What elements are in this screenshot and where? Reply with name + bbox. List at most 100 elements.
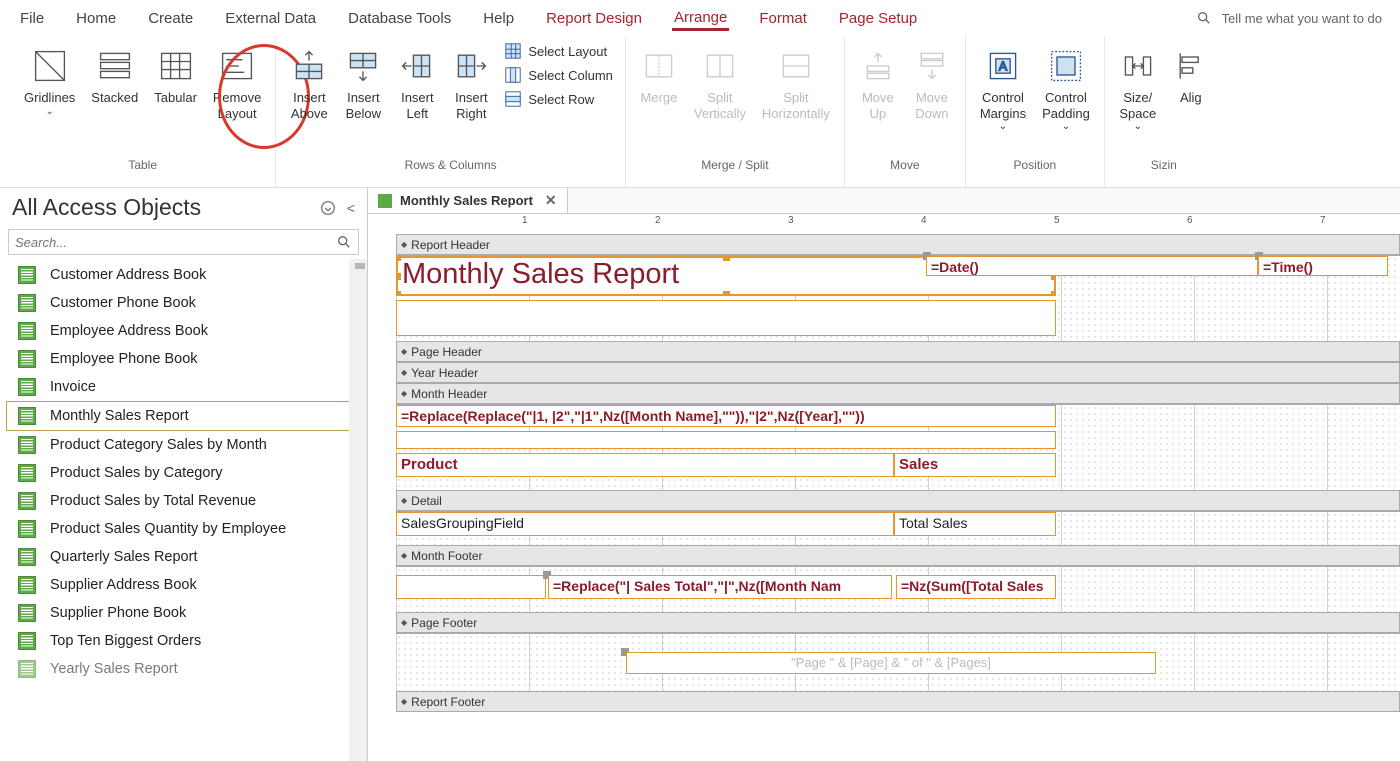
nav-item[interactable]: Top Ten Biggest Orders xyxy=(0,627,367,655)
navigation-pane: All Access Objects < Customer Address Bo… xyxy=(0,188,368,761)
product-header[interactable]: Product xyxy=(396,453,894,477)
gridlines-button[interactable]: Gridlines⌄ xyxy=(18,40,81,121)
group-label-position: Position xyxy=(1013,158,1056,172)
control-padding-button[interactable]: Control Padding⌄ xyxy=(1036,40,1096,136)
time-field[interactable]: =Time() xyxy=(1258,256,1388,276)
section-page-footer[interactable]: Page Footer xyxy=(396,612,1400,633)
close-icon[interactable]: ✕ xyxy=(545,192,557,209)
horizontal-ruler: 1 2 3 4 5 6 7 xyxy=(396,214,1400,234)
menu-home[interactable]: Home xyxy=(74,6,118,31)
nav-scrollbar[interactable]: ▲ xyxy=(349,259,367,761)
section-year-header[interactable]: Year Header xyxy=(396,362,1400,383)
group-label-move: Move xyxy=(890,158,919,172)
insert-below-button[interactable]: Insert Below xyxy=(338,40,388,125)
spacer-cell[interactable] xyxy=(396,431,1056,449)
menu-external-data[interactable]: External Data xyxy=(223,6,318,31)
nav-item[interactable]: Employee Phone Book xyxy=(0,345,367,373)
search-icon xyxy=(1196,10,1212,26)
section-month-footer[interactable]: Month Footer xyxy=(396,545,1400,566)
sales-header[interactable]: Sales xyxy=(894,453,1056,477)
report-icon xyxy=(18,436,36,454)
report-icon xyxy=(18,632,36,650)
insert-left-button[interactable]: Insert Left xyxy=(392,40,442,125)
nav-item[interactable]: Invoice xyxy=(0,373,367,401)
nav-item[interactable]: Customer Phone Book xyxy=(0,289,367,317)
nav-item[interactable]: Yearly Sales Report xyxy=(0,655,367,683)
report-icon xyxy=(18,604,36,622)
nav-item[interactable]: Quarterly Sales Report xyxy=(0,543,367,571)
menu-help[interactable]: Help xyxy=(481,6,516,31)
move-down-button[interactable]: Move Down xyxy=(907,40,957,125)
tell-me[interactable]: Tell me what you want to do xyxy=(1196,10,1382,26)
report-canvas[interactable]: Report Header Monthly Sales Report =Date… xyxy=(396,234,1400,761)
group-label-sizing: Sizin xyxy=(1151,158,1177,172)
ribbon-group-sizing: Size/ Space⌄ Alig Sizin xyxy=(1105,36,1223,187)
menu-format[interactable]: Format xyxy=(757,6,809,31)
section-report-header[interactable]: Report Header xyxy=(396,234,1400,255)
mf-sum-field[interactable]: =Nz(Sum([Total Sales xyxy=(896,575,1056,599)
align-button[interactable]: Alig xyxy=(1167,40,1215,110)
stacked-button[interactable]: Stacked xyxy=(85,40,144,110)
split-vertically-button[interactable]: Split Vertically xyxy=(688,40,752,125)
month-formula[interactable]: =Replace(Replace("|1, |2","|1",Nz([Month… xyxy=(396,405,1056,427)
mf-empty[interactable] xyxy=(396,575,546,599)
menu-report-design[interactable]: Report Design xyxy=(544,6,644,31)
select-layout-button[interactable]: Select Layout xyxy=(504,42,613,60)
nav-item[interactable]: Product Sales Quantity by Employee xyxy=(0,515,367,543)
svg-text:A: A xyxy=(999,60,1008,74)
nav-list: Customer Address Book Customer Phone Boo… xyxy=(0,259,367,761)
nav-item[interactable]: Supplier Address Book xyxy=(0,571,367,599)
tab-monthly-sales[interactable]: Monthly Sales Report ✕ xyxy=(368,188,568,213)
report-icon xyxy=(18,266,36,284)
merge-button[interactable]: Merge xyxy=(634,40,684,110)
menu-arrange[interactable]: Arrange xyxy=(672,5,729,31)
report-icon xyxy=(18,520,36,538)
nav-item-selected[interactable]: Monthly Sales Report xyxy=(6,401,361,431)
section-report-footer[interactable]: Report Footer xyxy=(396,691,1400,712)
nav-item[interactable]: Product Sales by Total Revenue xyxy=(0,487,367,515)
date-field[interactable]: =Date() xyxy=(926,256,1258,276)
menu-create[interactable]: Create xyxy=(146,6,195,31)
pager-field[interactable]: "Page " & [Page] & " of " & [Pages] xyxy=(626,652,1156,674)
tabular-button[interactable]: Tabular xyxy=(148,40,203,110)
tab-label: Monthly Sales Report xyxy=(400,193,533,208)
insert-above-button[interactable]: Insert Above xyxy=(284,40,334,125)
insert-right-button[interactable]: Insert Right xyxy=(446,40,496,125)
nav-collapse-icon[interactable]: < xyxy=(347,200,355,216)
nav-search[interactable] xyxy=(8,229,359,255)
ribbon-group-merge: Merge Split Vertically Split Horizontall… xyxy=(626,36,845,187)
section-month-header[interactable]: Month Header xyxy=(396,383,1400,404)
select-row-button[interactable]: Select Row xyxy=(504,90,613,108)
move-up-button[interactable]: Move Up xyxy=(853,40,903,125)
group-label-merge: Merge / Split xyxy=(701,158,768,172)
design-surface: Monthly Sales Report ✕ 1 2 3 4 5 6 7 Rep… xyxy=(368,188,1400,761)
report-icon xyxy=(18,660,36,678)
nav-item[interactable]: Supplier Phone Book xyxy=(0,599,367,627)
nav-item[interactable]: Customer Address Book xyxy=(0,261,367,289)
nav-search-input[interactable] xyxy=(15,235,336,250)
grouping-field[interactable]: SalesGroupingField xyxy=(396,512,894,536)
nav-item[interactable]: Employee Address Book xyxy=(0,317,367,345)
size-space-button[interactable]: Size/ Space⌄ xyxy=(1113,40,1163,136)
nav-filter-icon[interactable] xyxy=(319,199,337,217)
report-icon xyxy=(18,407,36,425)
report-icon xyxy=(18,548,36,566)
remove-layout-button[interactable]: Remove Layout xyxy=(207,40,267,125)
total-sales-field[interactable]: Total Sales xyxy=(894,512,1056,536)
group-label-table: Table xyxy=(128,158,157,172)
nav-item[interactable]: Product Category Sales by Month xyxy=(0,431,367,459)
menu-database-tools[interactable]: Database Tools xyxy=(346,6,453,31)
report-icon xyxy=(378,194,392,208)
section-detail[interactable]: Detail xyxy=(396,490,1400,511)
report-icon xyxy=(18,322,36,340)
split-horizontally-button[interactable]: Split Horizontally xyxy=(756,40,836,125)
control-margins-button[interactable]: AControl Margins⌄ xyxy=(974,40,1032,136)
menu-file[interactable]: File xyxy=(18,6,46,31)
nav-item[interactable]: Product Sales by Category xyxy=(0,459,367,487)
section-page-header[interactable]: Page Header xyxy=(396,341,1400,362)
menu-page-setup[interactable]: Page Setup xyxy=(837,6,919,31)
empty-cell[interactable] xyxy=(396,300,1056,336)
select-column-button[interactable]: Select Column xyxy=(504,66,613,84)
mf-replace-field[interactable]: =Replace("| Sales Total","|",Nz([Month N… xyxy=(548,575,892,599)
vertical-ruler xyxy=(368,234,396,761)
